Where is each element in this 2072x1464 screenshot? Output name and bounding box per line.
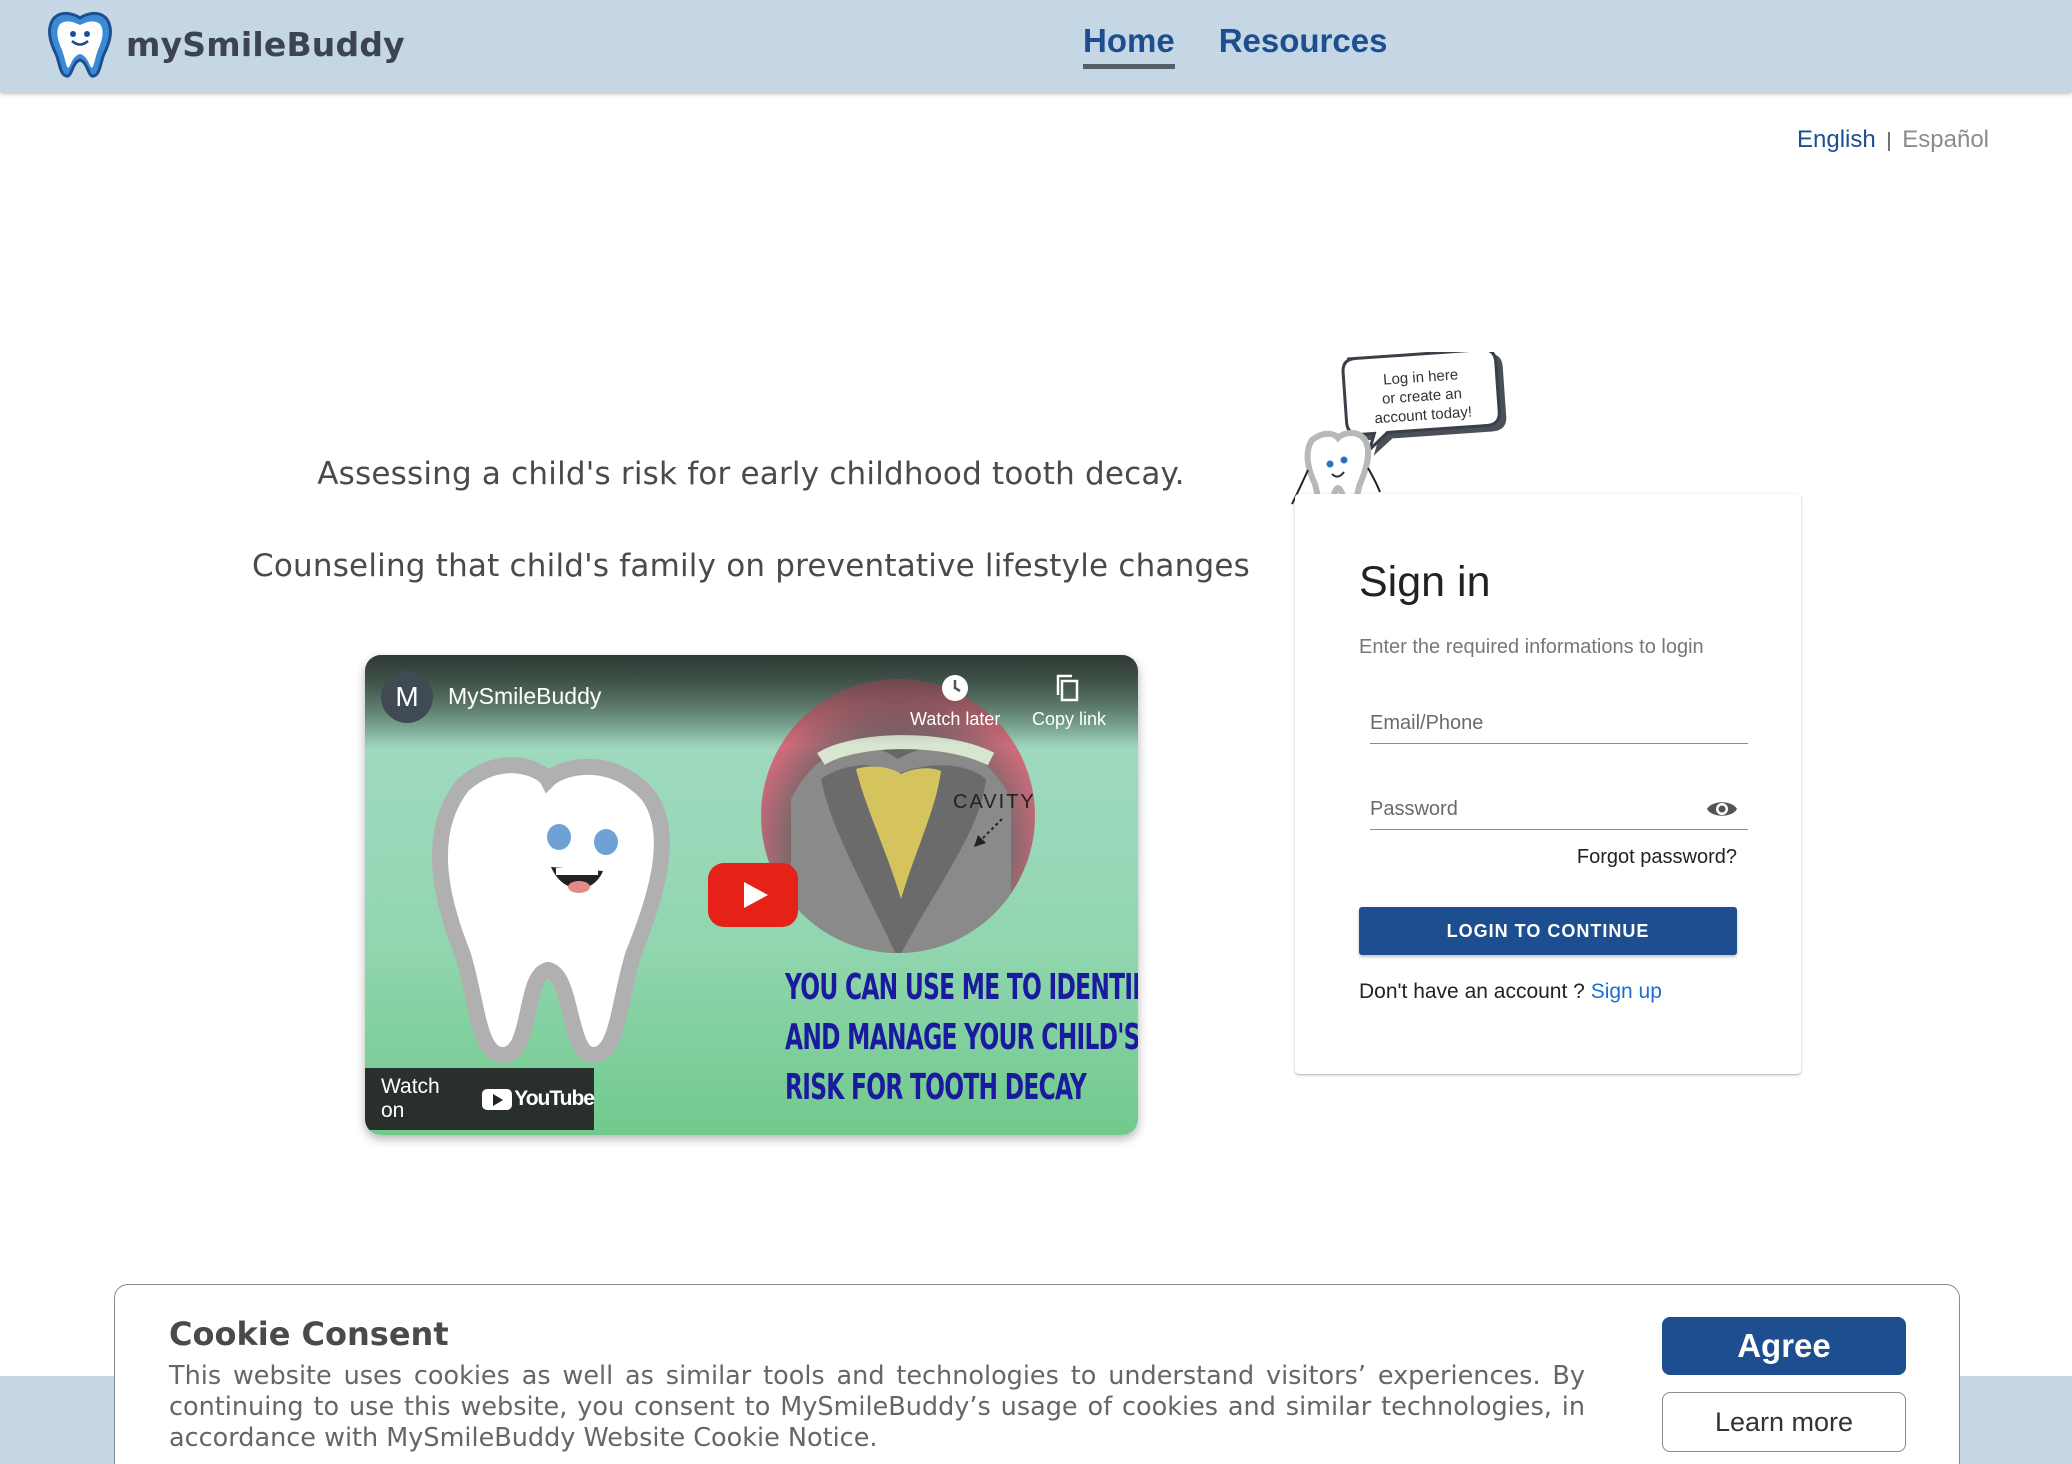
email-field-container xyxy=(1370,698,1748,744)
no-account-text: Don't have an account ? xyxy=(1359,980,1585,1003)
intro-line-1: Assessing a child's risk for early child… xyxy=(317,456,1185,492)
password-field-container xyxy=(1370,784,1748,830)
signup-link[interactable]: Sign up xyxy=(1591,980,1662,1003)
forgot-password-link[interactable]: Forgot password? xyxy=(1577,846,1737,869)
cookie-text: This website uses cookies as well as sim… xyxy=(169,1361,1585,1453)
copy-link-label: Copy link xyxy=(1032,709,1107,729)
caption-line: YOU CAN USE ME TO IDENTIF xyxy=(785,967,1138,1008)
youtube-wordmark: YouTube xyxy=(514,1087,595,1110)
language-switcher: English | Español xyxy=(1797,126,1989,154)
signin-subtitle: Enter the required informations to login xyxy=(1359,636,1704,658)
cookie-title: Cookie Consent xyxy=(169,1315,449,1353)
brand-logo[interactable]: mySmileBuddy xyxy=(44,10,405,78)
youtube-video-embed[interactable]: M MySmileBuddy Watch later Copy link CAV… xyxy=(365,655,1138,1135)
play-button[interactable] xyxy=(708,863,798,927)
tooth-character-illustration xyxy=(431,757,670,1064)
email-phone-input[interactable] xyxy=(1370,698,1748,743)
signin-card: Sign in Enter the required informations … xyxy=(1295,494,1801,1074)
youtube-play-icon xyxy=(482,1088,513,1110)
nav-home[interactable]: Home xyxy=(1083,22,1175,69)
top-header: mySmileBuddy Home Resources xyxy=(0,0,2072,92)
youtube-logo: YouTube xyxy=(482,1087,595,1111)
video-caption: YOU CAN USE ME TO IDENTIF AND MANAGE YOU… xyxy=(785,963,1138,1113)
eye-icon[interactable] xyxy=(1706,798,1738,820)
agree-button[interactable]: Agree xyxy=(1662,1317,1906,1375)
channel-avatar[interactable]: M xyxy=(381,671,433,723)
watch-later-label: Watch later xyxy=(910,709,1001,729)
watch-on-youtube-button[interactable]: Watch on YouTube xyxy=(365,1068,595,1130)
lang-separator: | xyxy=(1886,130,1892,152)
channel-name[interactable]: MySmileBuddy xyxy=(448,683,601,710)
cavity-arrow-icon xyxy=(974,818,1003,847)
copy-icon xyxy=(1056,674,1079,702)
caption-line: RISK FOR TOOTH DECAY xyxy=(785,1067,1087,1108)
clock-icon xyxy=(942,675,969,701)
brand-name: mySmileBuddy xyxy=(126,24,405,64)
tooth-logo-icon xyxy=(48,11,112,78)
cavity-label: CAVITY xyxy=(953,791,1036,813)
cookie-consent-banner: Cookie Consent This website uses cookies… xyxy=(114,1284,1960,1464)
watch-on-label: Watch on xyxy=(381,1075,440,1122)
signin-title: Sign in xyxy=(1359,558,1491,606)
lang-english[interactable]: English xyxy=(1797,126,1876,153)
copy-link-button[interactable]: Copy link xyxy=(1032,671,1106,730)
watch-later-button[interactable]: Watch later xyxy=(910,671,1000,730)
caption-line: AND MANAGE YOUR CHILD'S xyxy=(785,1017,1138,1058)
main-nav: Home Resources xyxy=(1083,22,1431,69)
signup-prompt: Don't have an account ? Sign up xyxy=(1359,980,1662,1004)
learn-more-button[interactable]: Learn more xyxy=(1662,1392,1906,1452)
nav-resources[interactable]: Resources xyxy=(1219,22,1388,69)
password-input[interactable] xyxy=(1370,784,1748,829)
lang-spanish[interactable]: Español xyxy=(1902,126,1989,153)
intro-line-2: Counseling that child's family on preven… xyxy=(252,548,1250,584)
login-button[interactable]: LOGIN TO CONTINUE xyxy=(1359,907,1737,955)
